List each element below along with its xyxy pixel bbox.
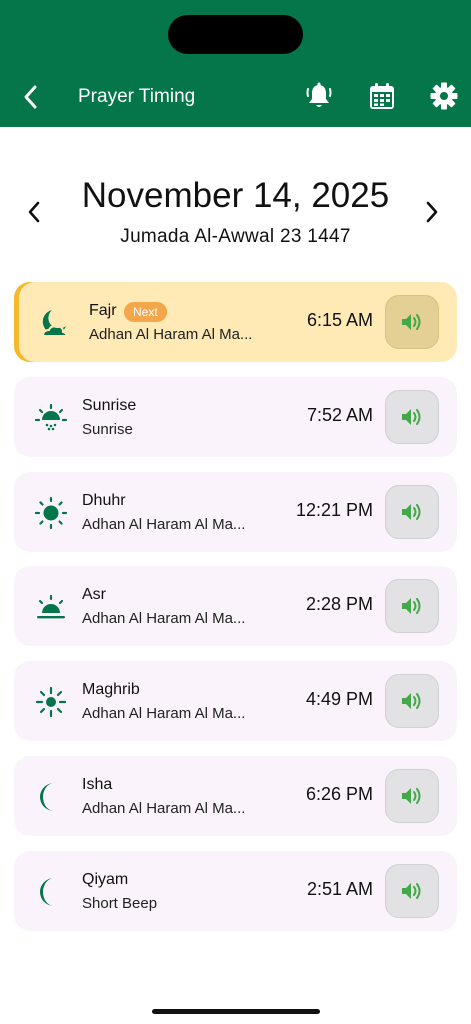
speaker-icon — [402, 882, 421, 899]
next-badge: Next — [124, 302, 167, 322]
speaker-icon — [402, 408, 421, 425]
app-header: Prayer Timing — [0, 0, 471, 127]
sound-toggle-button[interactable] — [385, 579, 439, 634]
hijri-date: Jumada Al-Awwal 23 1447 — [120, 226, 351, 247]
prayer-card-isha[interactable]: Isha Adhan Al Haram Al Ma... 6:26 PM — [14, 755, 457, 836]
prayer-name: Dhuhr — [82, 491, 126, 509]
dynamic-island — [168, 15, 303, 54]
prayer-name: Isha — [82, 775, 113, 793]
moon-cloud-icon — [38, 306, 72, 340]
sun-icon — [34, 496, 68, 530]
prayer-name: Maghrib — [82, 681, 140, 699]
prayer-time: 6:15 AM — [306, 310, 373, 330]
speaker-icon — [402, 787, 421, 804]
crescent-moon-icon — [34, 780, 68, 814]
home-indicator[interactable] — [152, 1009, 320, 1014]
speaker-icon — [402, 693, 421, 710]
next-day-button[interactable] — [420, 200, 444, 224]
page-title: Prayer Timing — [78, 86, 196, 107]
chevron-right-icon — [426, 201, 438, 223]
prayer-list: Fajr Next Adhan Al Haram Al Ma... 6:15 A… — [14, 282, 457, 946]
prayer-time: 12:21 PM — [295, 499, 373, 520]
sound-toggle-button[interactable] — [385, 768, 439, 823]
adhan-sound-label: Adhan Al Haram Al Ma... — [82, 515, 246, 533]
adhan-sound-label: Short Beep — [82, 894, 158, 912]
gear-icon — [430, 82, 458, 110]
back-button[interactable] — [16, 82, 46, 112]
sun-horizon-icon — [34, 590, 68, 624]
bell-icon — [306, 82, 332, 107]
speaker-icon — [402, 598, 421, 615]
prayer-time: 2:51 AM — [306, 878, 373, 899]
adhan-sound-label: Sunrise — [82, 420, 133, 438]
adhan-sound-label: Adhan Al Haram Al Ma... — [89, 326, 253, 343]
sound-toggle-button[interactable] — [385, 295, 439, 349]
prayer-time: 4:49 PM — [305, 689, 373, 710]
prayer-time: 6:26 PM — [305, 783, 373, 804]
prayer-time: 7:52 AM — [306, 404, 373, 425]
prayer-time: 2:28 PM — [305, 594, 373, 615]
prayer-card-qiyam[interactable]: Qiyam Short Beep 2:51 AM — [14, 850, 457, 931]
speaker-icon — [402, 503, 421, 520]
speaker-icon — [402, 314, 421, 330]
date-navigator: November 14, 2025 Jumada Al-Awwal 23 144… — [0, 172, 471, 252]
adhan-sound-label: Adhan Al Haram Al Ma... — [82, 799, 246, 817]
prayer-name: Qiyam — [82, 870, 129, 888]
prayer-name: Fajr — [89, 302, 117, 319]
crescent-moon-icon — [34, 875, 68, 909]
sun-outline-icon — [34, 685, 68, 719]
settings-button[interactable] — [428, 80, 460, 112]
adhan-sound-label: Adhan Al Haram Al Ma... — [82, 610, 246, 628]
prayer-name: Asr — [82, 586, 106, 604]
sound-toggle-button[interactable] — [385, 389, 439, 444]
sound-toggle-button[interactable] — [385, 484, 439, 539]
back-arrow-icon — [24, 85, 37, 109]
prayer-name: Sunrise — [82, 396, 137, 414]
adhan-sound-label: Adhan Al Haram Al Ma... — [82, 705, 246, 723]
sound-toggle-button[interactable] — [385, 863, 439, 918]
prayer-card-fajr[interactable]: Fajr Next Adhan Al Haram Al Ma... 6:15 A… — [14, 282, 457, 362]
gregorian-date: November 14, 2025 — [81, 176, 390, 215]
prayer-card-maghrib[interactable]: Maghrib Adhan Al Haram Al Ma... 4:49 PM — [14, 661, 457, 742]
notifications-button[interactable] — [303, 80, 335, 112]
sunrise-icon — [34, 401, 68, 435]
prayer-card-asr[interactable]: Asr Adhan Al Haram Al Ma... 2:28 PM — [14, 566, 457, 647]
prayer-card-dhuhr[interactable]: Dhuhr Adhan Al Haram Al Ma... 12:21 PM — [14, 471, 457, 552]
calendar-icon — [370, 83, 394, 109]
calendar-button[interactable] — [366, 80, 398, 112]
sound-toggle-button[interactable] — [385, 674, 439, 729]
prayer-card-sunrise[interactable]: Sunrise Sunrise 7:52 AM — [14, 376, 457, 457]
